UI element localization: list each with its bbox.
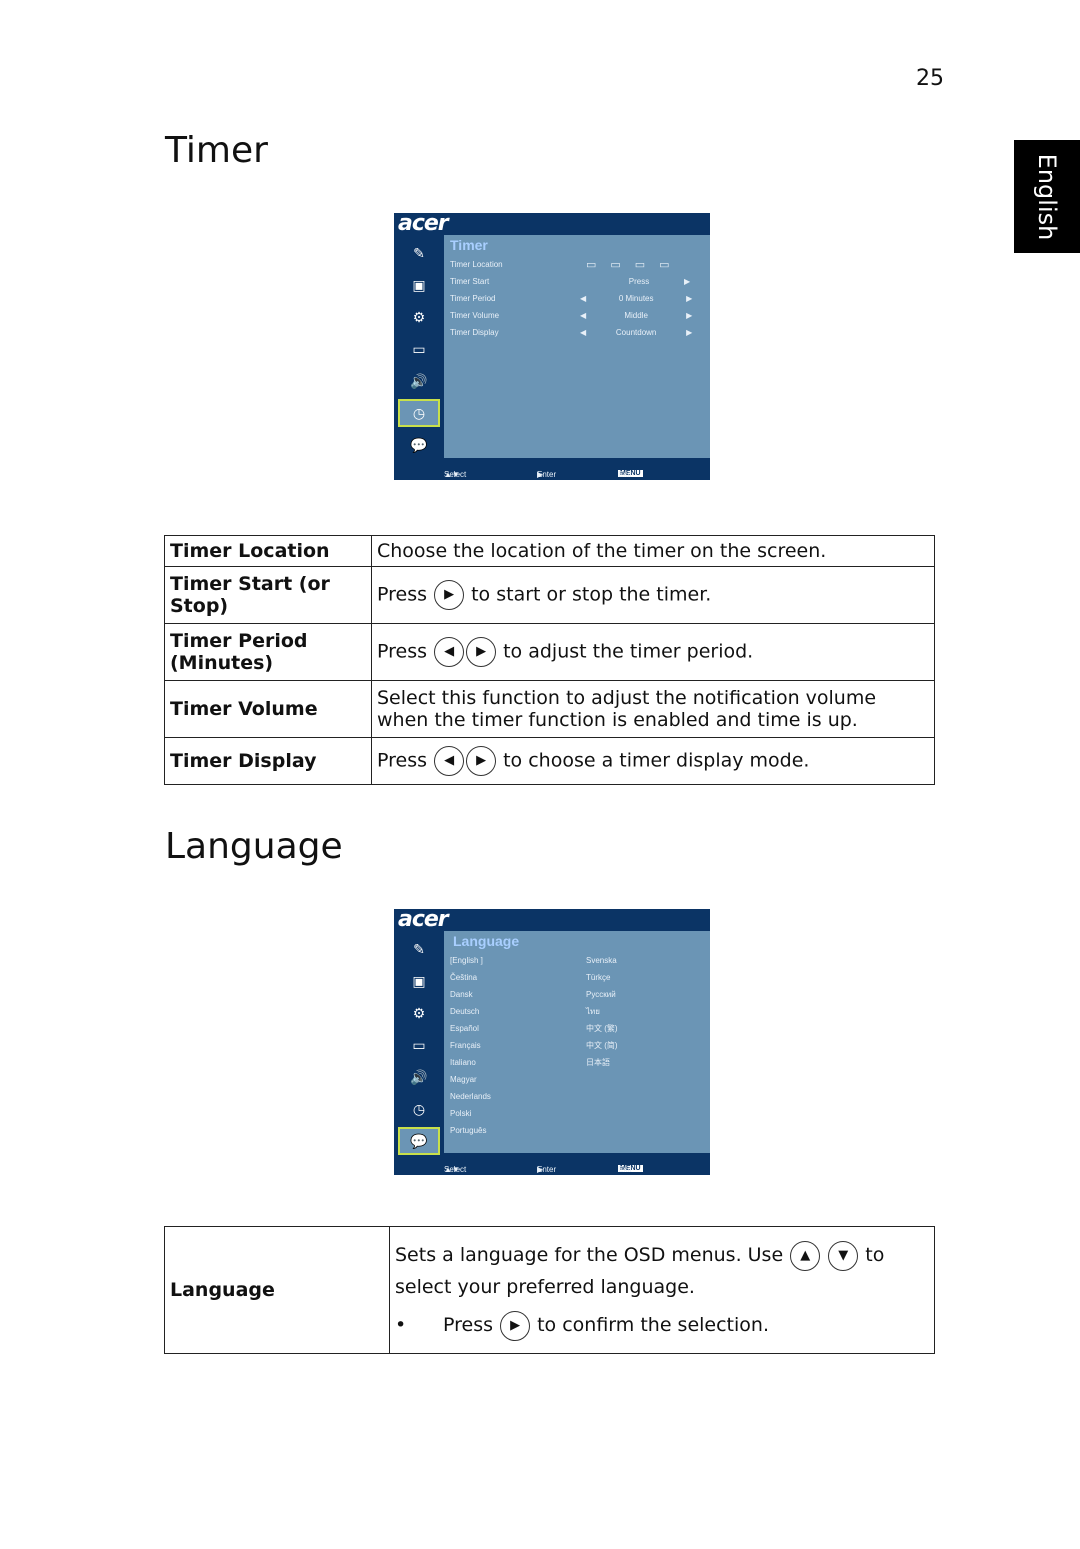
language-option[interactable]: Čeština [450, 969, 491, 986]
language-option[interactable]: 中文 (繁) [586, 1020, 618, 1037]
right-arrow-icon: ▶ [686, 294, 693, 303]
right-arrow-icon: ▶ [686, 328, 693, 337]
page-number: 25 [916, 66, 944, 91]
osd-row-timer-start: Timer Start Press ▶ [450, 277, 691, 286]
language-option[interactable]: Polski [450, 1105, 491, 1122]
timer-icon: ◷ [412, 1100, 426, 1117]
settings-icon: ⚙ [412, 1004, 426, 1021]
osd-row-timer-period: Timer Period ◀ 0 Minutes ▶ [450, 294, 693, 303]
right-arrow-icon: ▶ [684, 277, 691, 286]
language-option[interactable]: 日本語 [586, 1054, 618, 1071]
language-option[interactable]: Türkçe [586, 969, 618, 986]
down-button-icon: ▼ [828, 1240, 859, 1271]
language-heading: Language [165, 826, 343, 867]
location-options-icon: ▭▭▭▭ [586, 259, 684, 271]
language-option[interactable]: Español [450, 1020, 491, 1037]
acer-logo: acer [398, 907, 449, 932]
osd-footer: ▲▼ Select ▶ Enter MENU Exit [444, 470, 643, 479]
management-icon: ▭ [412, 1036, 426, 1053]
color-icon: ✎ [413, 940, 425, 957]
language-option[interactable]: Italiano [450, 1054, 491, 1071]
table-row: Timer Period (Minutes) Press ◀ ▶ to adjus… [164, 623, 935, 681]
language-option[interactable]: ไทย [586, 1003, 618, 1020]
language-option[interactable]: Magyar [450, 1071, 491, 1088]
bullet: • [395, 1314, 407, 1336]
image-icon: ▣ [412, 276, 426, 293]
language-option[interactable]: [English ] [450, 952, 491, 969]
management-icon: ▭ [412, 340, 426, 357]
language-icon: 💬 [410, 436, 428, 453]
language-side-tab: English [1014, 140, 1080, 253]
osd-row-timer-location: Timer Location ▭▭▭▭ [450, 259, 684, 271]
language-option[interactable]: Svenska [586, 952, 618, 969]
acer-logo: acer [398, 211, 449, 236]
timer-icon: ◷ [398, 399, 440, 427]
table-row: Timer Start (or Stop) Press ▶ to start o… [164, 566, 935, 624]
osd-title: Timer [450, 237, 488, 253]
settings-icon: ⚙ [412, 308, 426, 325]
audio-icon: 🔊 [410, 372, 428, 389]
language-option[interactable]: Русский [586, 986, 618, 1003]
timer-description-table: Timer Location Choose the location of the… [164, 535, 935, 785]
table-row: Timer Display Press ◀ ▶ to choose a timer… [164, 737, 935, 785]
right-button-icon: ▶ [434, 580, 465, 610]
right-button-icon: ▶ [466, 637, 497, 667]
table-row: Timer Location Choose the location of the… [164, 535, 935, 567]
language-icon: 💬 [398, 1127, 440, 1155]
language-option[interactable]: Português [450, 1122, 491, 1139]
language-option[interactable]: 中文 (简) [586, 1037, 618, 1054]
language-option[interactable]: Français [450, 1037, 491, 1054]
language-option[interactable]: Nederlands [450, 1088, 491, 1105]
right-button-icon: ▶ [500, 1310, 531, 1341]
audio-icon: 🔊 [410, 1068, 428, 1085]
image-icon: ▣ [412, 972, 426, 989]
right-button-icon: ▶ [466, 746, 497, 776]
osd-footer: ▲▼ Select ▶ Enter MENU Exit [444, 1165, 643, 1174]
table-row: Timer Volume Select this function to adju… [164, 680, 935, 738]
left-button-icon: ◀ [434, 746, 465, 776]
language-option[interactable]: Dansk [450, 986, 491, 1003]
timer-osd-screenshot: acer ✎ ▣ ⚙ ▭ 🔊 ◷ 💬 Timer Timer Location … [394, 211, 710, 480]
right-arrow-icon: ▶ [686, 311, 693, 320]
osd-row-timer-display: Timer Display ◀ Countdown ▶ [450, 328, 693, 337]
language-osd-screenshot: acer ✎ ▣ ⚙ ▭ 🔊 ◷ 💬 Language [English ] Če… [394, 907, 710, 1175]
up-button-icon: ▲ [790, 1240, 821, 1271]
language-description-table: Language Sets a language for the OSD men… [164, 1226, 935, 1354]
timer-heading: Timer [165, 130, 268, 171]
color-icon: ✎ [413, 244, 425, 261]
osd-title: Language [453, 933, 520, 949]
osd-row-timer-volume: Timer Volume ◀ Middle ▶ [450, 311, 693, 320]
language-option[interactable]: Deutsch [450, 1003, 491, 1020]
left-button-icon: ◀ [434, 637, 465, 667]
table-row: Language Sets a language for the OSD men… [164, 1226, 935, 1354]
